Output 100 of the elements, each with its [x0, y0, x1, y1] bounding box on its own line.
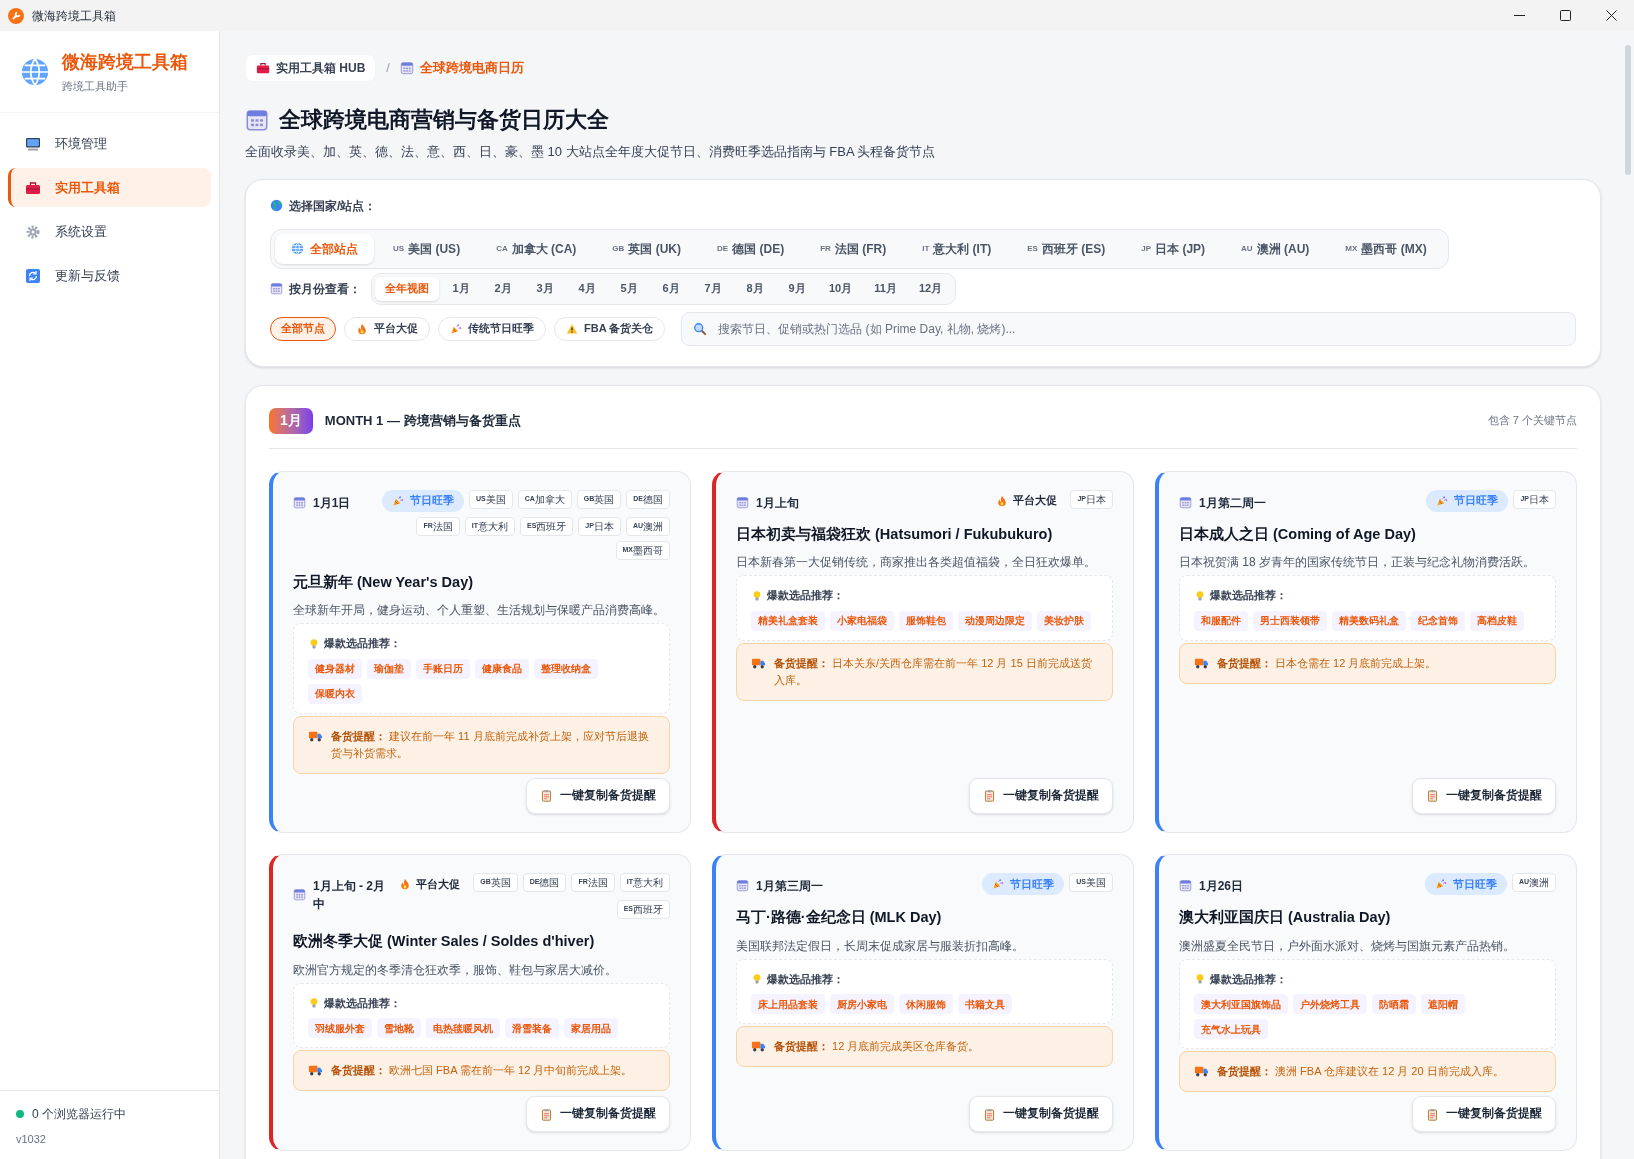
picks-label: 爆款选品推荐：	[1210, 971, 1287, 987]
country-tab[interactable]: MX 墨西哥 (MX)	[1328, 233, 1444, 264]
product-tag: 充气水上玩具	[1194, 1019, 1268, 1039]
event-date: 1月上旬	[756, 494, 799, 512]
copy-reminder-button[interactable]: 一键复制备货提醒	[969, 777, 1113, 814]
product-tag: 动漫周边限定	[958, 610, 1032, 631]
country-tab[interactable]: JP 日本 (JP)	[1124, 233, 1223, 264]
party-popper-icon	[992, 877, 1005, 890]
light-bulb-icon	[1194, 972, 1206, 985]
category-filter[interactable]: FBA 备货关仓	[554, 316, 666, 341]
copy-reminder-button[interactable]: 一键复制备货提醒	[526, 777, 670, 814]
breadcrumb-link[interactable]: 实用工具箱 HUB	[245, 54, 377, 82]
app-icon	[8, 7, 24, 24]
product-tag: 纪念首饰	[1411, 610, 1465, 631]
product-tag: 和服配件	[1194, 610, 1248, 631]
country-tab[interactable]: 全部站点	[275, 233, 374, 264]
category-badge: 节日旺季	[381, 489, 464, 512]
nav-item[interactable]: 系统设置	[8, 212, 211, 251]
product-tag: 美妆护肤	[1037, 610, 1091, 631]
month-tab[interactable]: 全年视图	[375, 276, 439, 301]
clipboard-icon	[983, 789, 996, 803]
party-popper-icon	[1434, 877, 1447, 890]
month-tab[interactable]: 9月	[777, 276, 817, 301]
event-description: 美国联邦法定假日，长周末促成家居与服装折扣高峰。	[736, 937, 1025, 955]
month-tab[interactable]: 11月	[864, 276, 907, 301]
copy-reminder-button[interactable]: 一键复制备货提醒	[1412, 777, 1556, 814]
event-description: 日本新春第一大促销传统，商家推出各类超值福袋，全日狂欢爆单。	[736, 554, 1097, 572]
picks-label: 爆款选品推荐：	[767, 588, 844, 604]
country-tab[interactable]: CA 加拿大 (CA)	[479, 233, 594, 264]
picks-label: 爆款选品推荐：	[767, 971, 844, 987]
event-date: 1月1日	[313, 494, 351, 512]
month-tab[interactable]: 1月	[441, 276, 481, 301]
version-text: v1032	[16, 1131, 47, 1147]
event-title: 日本成人之日 (Coming of Age Day)	[1179, 524, 1417, 544]
calendar-icon	[399, 61, 414, 75]
reminder-text: 备货提醒： 日本仓需在 12 月底前完成上架。	[1217, 655, 1437, 671]
product-tag: 书籍文具	[958, 994, 1012, 1014]
product-tag: 服饰鞋包	[899, 610, 953, 631]
month-tab[interactable]: 10月	[819, 276, 863, 301]
light-bulb-icon	[1194, 589, 1206, 602]
event-date: 1月26日	[1199, 877, 1244, 895]
month-tab[interactable]: 3月	[525, 276, 565, 301]
light-bulb-icon	[308, 996, 320, 1009]
event-date: 1月上旬 - 2月中	[313, 877, 386, 913]
nav-item[interactable]: 环境管理	[8, 124, 211, 163]
month-tab[interactable]: 12月	[908, 276, 953, 301]
event-title: 日本初卖与福袋狂欢 (Hatsumori / Fukubukuro)	[736, 524, 1054, 544]
month-tab[interactable]: 6月	[651, 276, 691, 301]
page-subtitle: 全面收录美、加、英、德、法、意、西、日、豪、墨 10 大站点全年度大促节日、消费旺季选品指南与 FBA 头程备货节点	[245, 143, 937, 161]
search-field[interactable]: 搜索节日、促销或热门选品 (如 Prime Day, 礼物, 烧烤)...	[681, 311, 1576, 346]
calendar-icon	[270, 282, 283, 295]
category-filter[interactable]: 平台大促	[344, 316, 430, 341]
month-tab[interactable]: 7月	[693, 276, 733, 301]
country-tab[interactable]: IT 意大利 (IT)	[905, 233, 1009, 264]
settings-icon	[25, 223, 41, 240]
product-tag: 羽绒服外套	[308, 1018, 372, 1038]
calendar-icon	[736, 496, 749, 509]
product-tag: 精美礼盒套装	[751, 610, 825, 631]
globe-icon	[20, 56, 50, 87]
reminder-text: 备货提醒： 欧洲七国 FBA 需在前一年 12 月中旬前完成上架。	[331, 1063, 633, 1078]
warning-icon	[566, 322, 578, 335]
copy-reminder-button[interactable]: 一键复制备货提醒	[969, 1096, 1113, 1132]
minimize-icon	[1513, 15, 1525, 16]
category-badge: 节日旺季	[1424, 872, 1507, 895]
reminder-text: 备货提醒： 日本关东/关西仓库需在前一年 12 月 15 日前完成送货入库。	[774, 655, 1093, 688]
filter-label: 按月份查看：	[289, 280, 361, 298]
country-tab[interactable]: ES 西班牙 (ES)	[1010, 233, 1123, 264]
product-tag: 电热毯暖风机	[426, 1018, 500, 1038]
country-tab[interactable]: DE 德国 (DE)	[700, 233, 802, 264]
brand-subtitle: 跨境工具助手	[62, 78, 129, 94]
nav-item[interactable]: 更新与反馈	[8, 256, 211, 295]
month-tab[interactable]: 8月	[735, 276, 775, 301]
calendar-icon	[1179, 496, 1192, 509]
copy-reminder-button[interactable]: 一键复制备货提醒	[1412, 1096, 1556, 1132]
country-tab[interactable]: GB 英国 (UK)	[595, 233, 699, 264]
month-tab[interactable]: 2月	[483, 276, 523, 301]
toolbox-icon	[256, 61, 270, 75]
event-description: 欧洲官方规定的冬季清仓狂欢季，服饰、鞋包与家居大减价。	[293, 961, 618, 979]
country-tab[interactable]: FR 法国 (FR)	[803, 233, 904, 264]
breadcrumb-separator: /	[386, 59, 390, 78]
month-badge: 1月	[269, 407, 313, 434]
calendar-icon	[1179, 879, 1192, 893]
category-label: 平台大促	[397, 872, 463, 895]
month-tab[interactable]: 4月	[567, 276, 607, 301]
country-tab[interactable]: AU 澳洲 (AU)	[1224, 233, 1327, 264]
search-icon	[693, 321, 708, 336]
calendar-icon	[293, 888, 306, 902]
country-tab[interactable]: US 美国 (US)	[376, 233, 478, 264]
category-filter[interactable]: 传统节日旺季	[438, 316, 546, 341]
clipboard-icon	[1426, 1107, 1439, 1121]
month-tab[interactable]: 5月	[609, 276, 649, 301]
filter-label: 选择国家/站点：	[289, 197, 377, 215]
product-tag: 滑雪装备	[505, 1018, 559, 1038]
globe-icon	[291, 242, 304, 255]
category-badge: 节日旺季	[1426, 489, 1509, 512]
scrollbar-thumb[interactable]	[1625, 45, 1631, 175]
window-title: 微海跨境工具箱	[32, 7, 116, 25]
copy-reminder-button[interactable]: 一键复制备货提醒	[526, 1096, 670, 1132]
product-tag: 男士西装领带	[1253, 610, 1327, 631]
product-tag: 户外烧烤工具	[1293, 994, 1367, 1014]
